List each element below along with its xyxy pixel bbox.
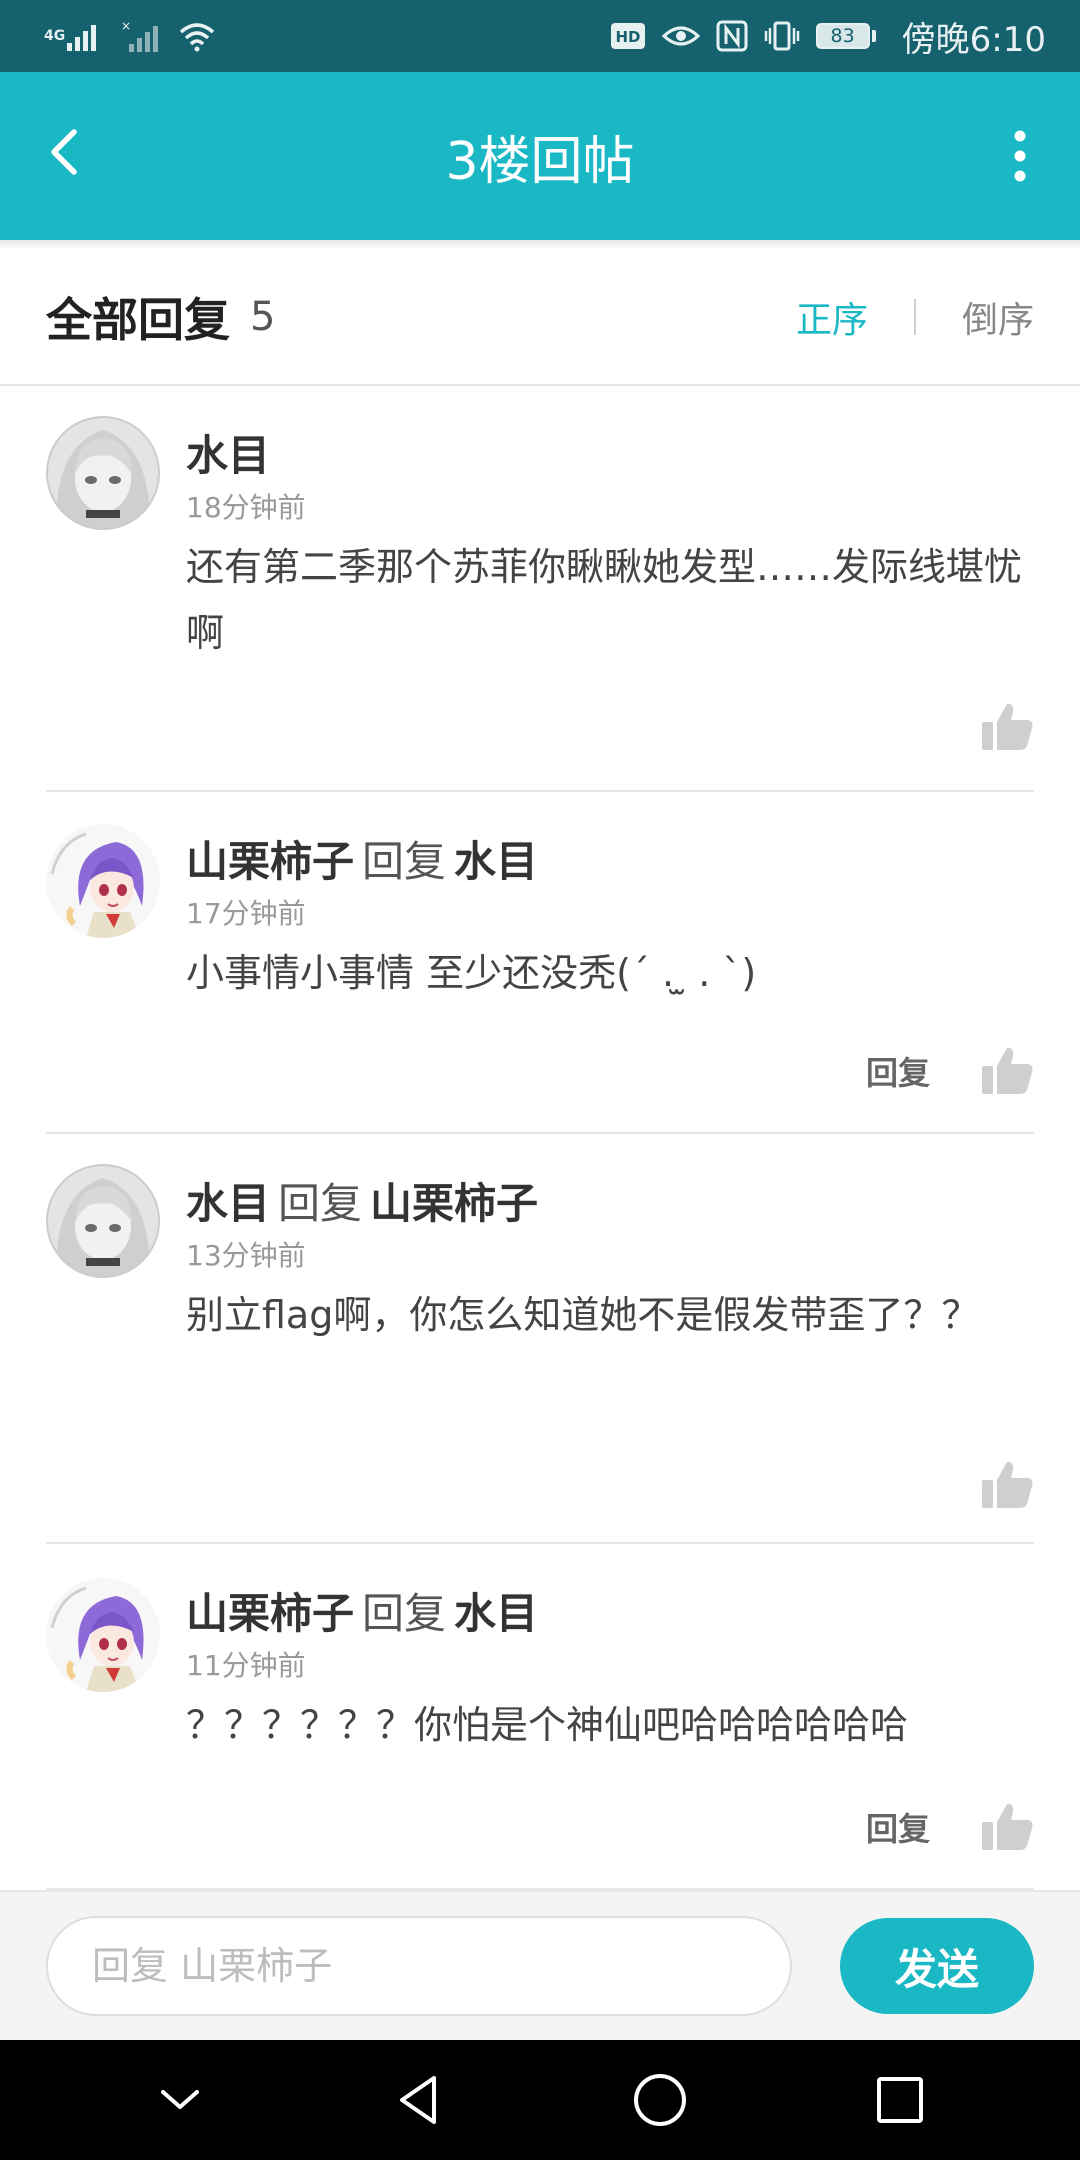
reply-text: 还有第二季那个苏菲你瞅瞅她发型……发际线堪忧啊 — [186, 545, 1023, 655]
avatar-mizume-image — [46, 1164, 160, 1278]
status-right: HD 83 傍晚6:10 — [610, 12, 1046, 61]
chevron-left-icon — [51, 129, 77, 175]
svg-text:HD: HD — [615, 28, 640, 46]
reply-time: 13分钟前 — [186, 1239, 306, 1272]
nfc-icon — [716, 20, 748, 52]
reply-actions — [980, 700, 1034, 754]
svg-text:×: × — [121, 20, 131, 33]
battery-icon: 83 — [815, 23, 876, 49]
nav-down-icon — [161, 2090, 199, 2109]
header-shadow — [0, 240, 1080, 250]
reply-text: 别立flag啊，你怎么知道她不是假发带歪了？？ — [186, 1293, 980, 1337]
more-vertical-icon — [1014, 130, 1026, 182]
reply-author[interactable]: 山栗柿子 — [186, 1589, 354, 1638]
reply-time: 17分钟前 — [186, 897, 306, 930]
nav-recents-icon — [877, 2077, 923, 2123]
replies-title: 全部回复 — [46, 293, 230, 347]
reply-time: 11分钟前 — [186, 1649, 306, 1682]
reply-text: ？？？？？？你怕是个神仙吧哈哈哈哈哈哈 — [186, 1703, 909, 1747]
reply-target[interactable]: 水目 — [454, 837, 538, 886]
replies-header: 全部回复 5 正序 倒序 — [0, 250, 1080, 386]
avatar[interactable] — [46, 416, 160, 530]
nav-home-icon — [634, 2074, 686, 2126]
reply-header: 水目 — [186, 422, 270, 483]
avatar[interactable] — [46, 1164, 160, 1278]
vibrate-icon — [764, 20, 800, 52]
reply-input-bar: 发送 — [0, 1890, 1080, 2040]
avatar[interactable] — [46, 824, 160, 938]
eye-icon — [661, 22, 700, 50]
sort-divider — [913, 299, 916, 335]
more-button[interactable] — [1000, 128, 1040, 184]
reply-target[interactable]: 水目 — [454, 1589, 538, 1638]
status-bar: 4G × HD 83 傍晚6:10 — [0, 0, 1080, 72]
signal-icon: 4G — [44, 21, 105, 51]
sort-ascending[interactable]: 正序 — [796, 291, 868, 343]
nav-back-button[interactable] — [380, 2060, 460, 2140]
back-button[interactable] — [36, 122, 96, 182]
nav-recents-button[interactable] — [860, 2060, 940, 2140]
thumbs-up-icon[interactable] — [980, 1458, 1034, 1512]
reply-to-label: 回复 — [362, 837, 447, 886]
thumbs-up-icon[interactable] — [980, 1044, 1034, 1098]
nav-down-button[interactable] — [140, 2060, 220, 2140]
reply-button[interactable]: 回复 — [866, 1804, 930, 1850]
reply-author[interactable]: 水目 — [186, 1179, 270, 1228]
reply-item: 水目 18分钟前 还有第二季那个苏菲你瞅瞅她发型……发际线堪忧啊 — [46, 386, 1034, 792]
network-type: 4G — [44, 28, 66, 44]
app-header: 3楼回帖 — [0, 72, 1080, 240]
avatar-mizume-image — [46, 416, 160, 530]
reply-header: 水目 回复 山栗柿子 — [186, 1170, 538, 1231]
thumbs-up-icon[interactable] — [980, 1800, 1034, 1854]
reply-button[interactable]: 回复 — [866, 1048, 930, 1094]
reply-input[interactable] — [46, 1916, 792, 2016]
reply-author[interactable]: 山栗柿子 — [186, 837, 354, 886]
reply-actions: 回复 — [866, 1800, 1034, 1854]
status-time: 傍晚6:10 — [901, 19, 1046, 60]
sort-toggle: 正序 倒序 — [796, 291, 1034, 343]
reply-to-label: 回复 — [278, 1179, 363, 1228]
avatar[interactable] — [46, 1578, 160, 1692]
nav-back-icon — [400, 2076, 436, 2124]
status-left: 4G × — [44, 20, 217, 52]
reply-target[interactable]: 山栗柿子 — [370, 1179, 538, 1228]
reply-time: 18分钟前 — [186, 491, 306, 524]
nav-home-button[interactable] — [620, 2060, 700, 2140]
no-signal-icon: × — [121, 20, 161, 52]
reply-item: 水目 回复 山栗柿子 13分钟前 别立flag啊，你怎么知道她不是假发带歪了？？ — [46, 1134, 1034, 1544]
reply-header: 山栗柿子 回复 水目 — [186, 828, 538, 889]
reply-actions — [980, 1458, 1034, 1512]
thumbs-up-icon[interactable] — [980, 700, 1034, 754]
reply-text: 小事情小事情 至少还没秃(´ . ̫ . `) — [186, 951, 757, 995]
reply-item: 山栗柿子 回复 水目 11分钟前 ？？？？？？你怕是个神仙吧哈哈哈哈哈哈 回复 — [46, 1544, 1034, 1890]
reply-header: 山栗柿子 回复 水目 — [186, 1580, 538, 1641]
hd-icon: HD — [610, 22, 646, 50]
battery-level: 83 — [815, 23, 870, 49]
page-title: 3楼回帖 — [445, 131, 635, 192]
reply-to-label: 回复 — [362, 1589, 447, 1638]
reply-item: 山栗柿子 回复 水目 17分钟前 小事情小事情 至少还没秃(´ . ̫ . `) 回… — [46, 792, 1034, 1134]
system-nav-bar — [0, 2040, 1080, 2160]
reply-author[interactable]: 水目 — [186, 431, 270, 480]
replies-count: 5 — [250, 294, 276, 340]
avatar-shanli-image — [46, 824, 160, 938]
reply-actions: 回复 — [866, 1044, 1034, 1098]
wifi-icon — [177, 20, 217, 52]
send-button[interactable]: 发送 — [840, 1918, 1034, 2014]
avatar-shanli-image — [46, 1578, 160, 1692]
sort-descending[interactable]: 倒序 — [962, 291, 1034, 343]
